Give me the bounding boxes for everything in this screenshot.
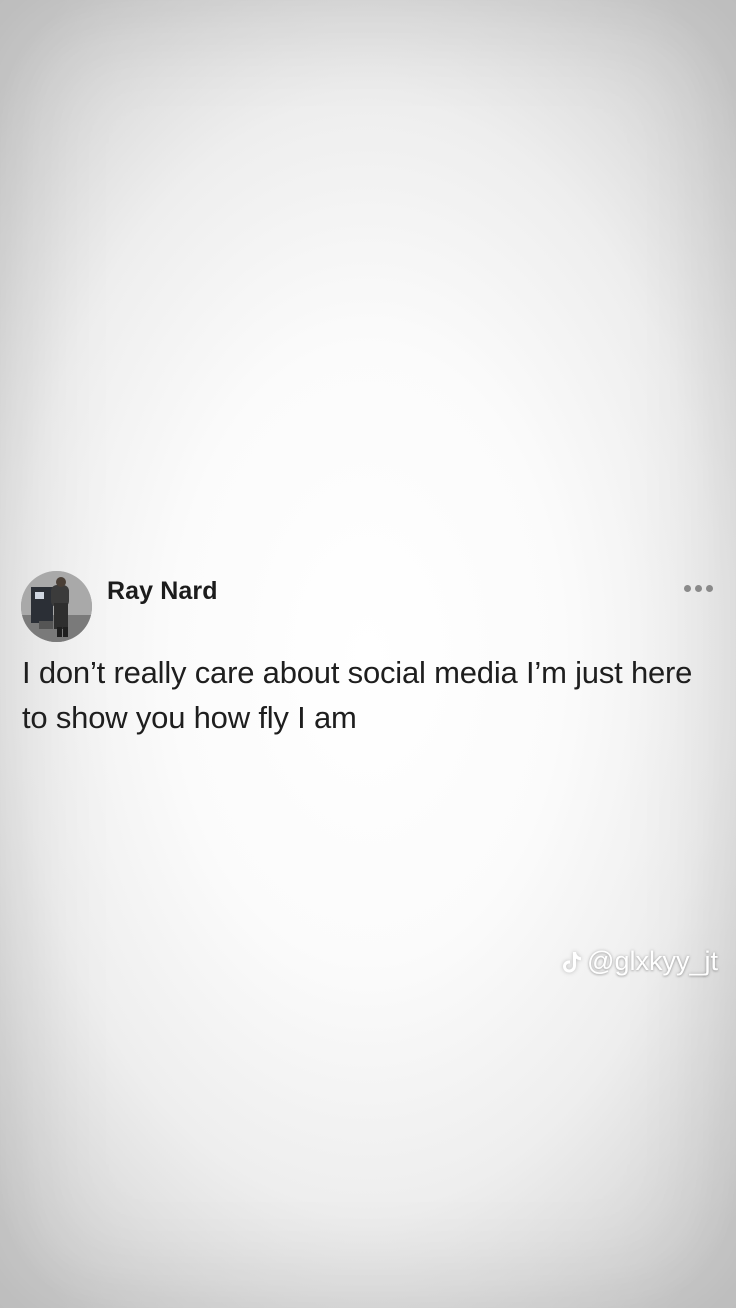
watermark-handle: @glxkyy_jt: [587, 946, 718, 976]
author-avatar[interactable]: [21, 571, 92, 642]
tiktok-logo-icon: [563, 951, 582, 972]
more-horizontal-icon: [683, 584, 691, 592]
tiktok-watermark: @glxkyy_jt: [561, 946, 718, 977]
more-horizontal-icon-dot: [705, 584, 713, 592]
author-name[interactable]: Ray Nard: [107, 577, 218, 606]
more-horizontal-icon-dot: [694, 584, 702, 592]
post-text: I don’t really care about social media I…: [22, 655, 693, 735]
person-photo-avatar-icon: [21, 571, 92, 642]
more-options-button[interactable]: [676, 576, 720, 600]
